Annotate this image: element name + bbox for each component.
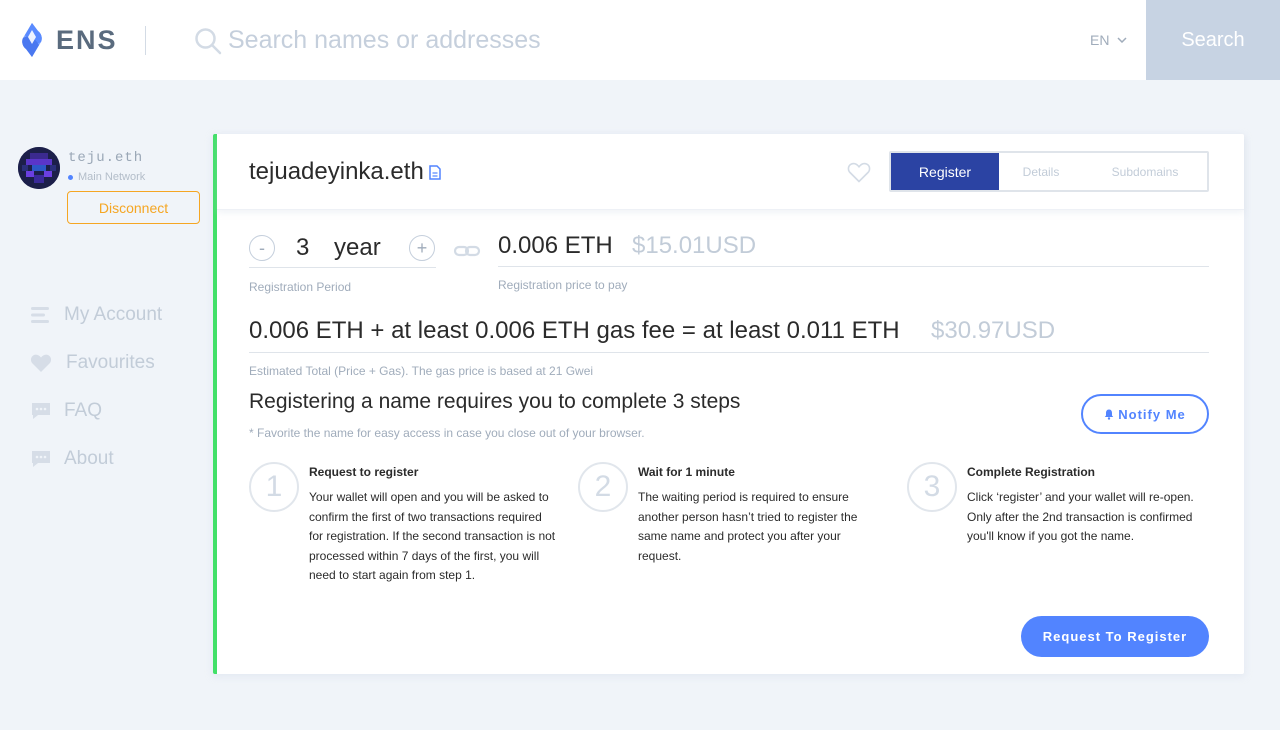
period-value: 3: [296, 234, 310, 261]
step-body: Click ‘register’ and your wallet will re…: [967, 490, 1194, 544]
estimated-total: 0.006 ETH + at least 0.006 ETH gas fee =…: [249, 317, 1209, 353]
sidebar-item-label: About: [64, 448, 114, 469]
ens-logo-icon: [22, 23, 42, 57]
link-icon: [453, 245, 481, 257]
search-button[interactable]: Search: [1146, 0, 1280, 80]
chat-icon: [32, 451, 50, 467]
top-header: ENS EN Search: [0, 0, 1280, 80]
step-number: 3: [907, 462, 957, 512]
step-body: Your wallet will open and you will be as…: [309, 490, 556, 583]
chevron-down-icon: [1117, 37, 1127, 43]
price-eth: 0.006 ETH: [498, 232, 613, 259]
sidebar-item-label: Favourites: [66, 352, 155, 373]
decrease-period-button[interactable]: -: [249, 235, 275, 261]
request-to-register-button[interactable]: Request To Register: [1021, 616, 1209, 657]
step-title: Wait for 1 minute: [638, 465, 735, 479]
tab-details[interactable]: Details: [999, 153, 1083, 190]
period-unit: year: [334, 234, 381, 261]
step-title: Request to register: [309, 465, 419, 479]
language-label: EN: [1090, 32, 1110, 48]
tab-register[interactable]: Register: [891, 153, 999, 190]
step-number: 2: [578, 462, 628, 512]
steps-title: Registering a name requires you to compl…: [249, 390, 741, 413]
registration-card: tejuadeyinka.eth Register Details Subdom…: [213, 134, 1244, 674]
card-header: tejuadeyinka.eth Register Details Subdom…: [217, 134, 1244, 210]
favourite-heart-icon[interactable]: [847, 161, 871, 183]
chat-icon: [32, 403, 50, 419]
total-usd: $30.97USD: [931, 317, 1056, 344]
domain-title: tejuadeyinka.eth: [249, 158, 441, 186]
ens-logo[interactable]: ENS: [16, 22, 118, 58]
step-body: The waiting period is required to ensure…: [638, 490, 858, 563]
disconnect-button[interactable]: Disconnect: [67, 191, 200, 224]
language-selector[interactable]: EN: [1090, 32, 1127, 48]
sidebar-item-label: FAQ: [64, 400, 103, 421]
network-status: Main Network: [68, 171, 145, 183]
registration-price: 0.006 ETH $15.01USD: [498, 232, 1209, 267]
period-label: Registration Period: [249, 280, 352, 294]
increase-period-button[interactable]: +: [409, 235, 435, 261]
sidebar-item-faq[interactable]: FAQ: [30, 396, 102, 426]
total-eth: 0.006 ETH + at least 0.006 ETH gas fee =…: [249, 317, 900, 344]
search-icon: [195, 28, 222, 55]
sidebar-item-label: My Account: [64, 304, 163, 325]
registration-period: - 3 year +: [249, 234, 436, 268]
domain-tabs: Register Details Subdomains: [889, 151, 1209, 192]
account-icon: [31, 307, 49, 323]
header-divider: [145, 26, 146, 55]
account-name: teju.eth: [68, 150, 144, 166]
search-input[interactable]: [228, 20, 1048, 60]
sidebar-item-my-account[interactable]: My Account: [30, 300, 162, 330]
total-label: Estimated Total (Price + Gas). The gas p…: [249, 364, 594, 378]
price-label: Registration price to pay: [498, 278, 628, 292]
tab-subdomains[interactable]: Subdomains: [1083, 153, 1207, 190]
domain-name: tejuadeyinka.eth: [249, 158, 424, 185]
price-usd: $15.01USD: [632, 232, 757, 259]
avatar: [18, 147, 60, 189]
notify-me-label: Notify Me: [1118, 406, 1186, 422]
bell-icon: [1105, 409, 1114, 420]
step-title: Complete Registration: [967, 465, 1096, 479]
heart-icon: [30, 354, 52, 372]
notify-me-button[interactable]: Notify Me: [1081, 394, 1209, 434]
avatar-image: [18, 147, 60, 189]
copy-icon[interactable]: [429, 164, 441, 180]
steps-note: * Favorite the name for easy access in c…: [249, 426, 645, 440]
network-label: Main Network: [78, 171, 146, 183]
sidebar-item-favourites[interactable]: Favourites: [30, 348, 155, 378]
logo-text: ENS: [56, 24, 118, 55]
sidebar-item-about[interactable]: About: [30, 444, 114, 474]
network-dot-icon: [68, 174, 73, 180]
step-number: 1: [249, 462, 299, 512]
